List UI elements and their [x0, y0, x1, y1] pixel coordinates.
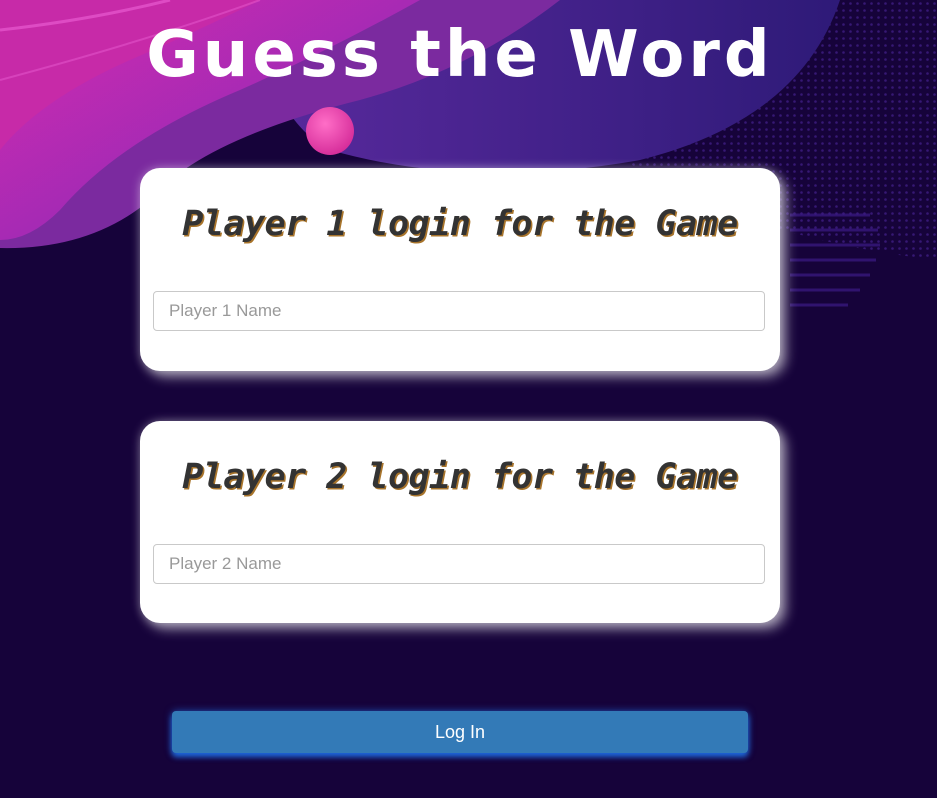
player-1-name-input[interactable] — [153, 291, 765, 331]
player-2-heading: Player 2 login for the Game — [182, 457, 738, 497]
page-title: Guess the Word — [146, 18, 774, 92]
player-1-heading: Player 1 login for the Game — [182, 204, 738, 244]
player-2-login-card: Player 2 login for the Game — [140, 421, 780, 623]
player-2-name-input[interactable] — [153, 544, 765, 584]
login-button[interactable]: Log In — [172, 711, 748, 753]
player-1-login-card: Player 1 login for the Game — [140, 168, 780, 371]
background-artwork — [0, 0, 937, 798]
